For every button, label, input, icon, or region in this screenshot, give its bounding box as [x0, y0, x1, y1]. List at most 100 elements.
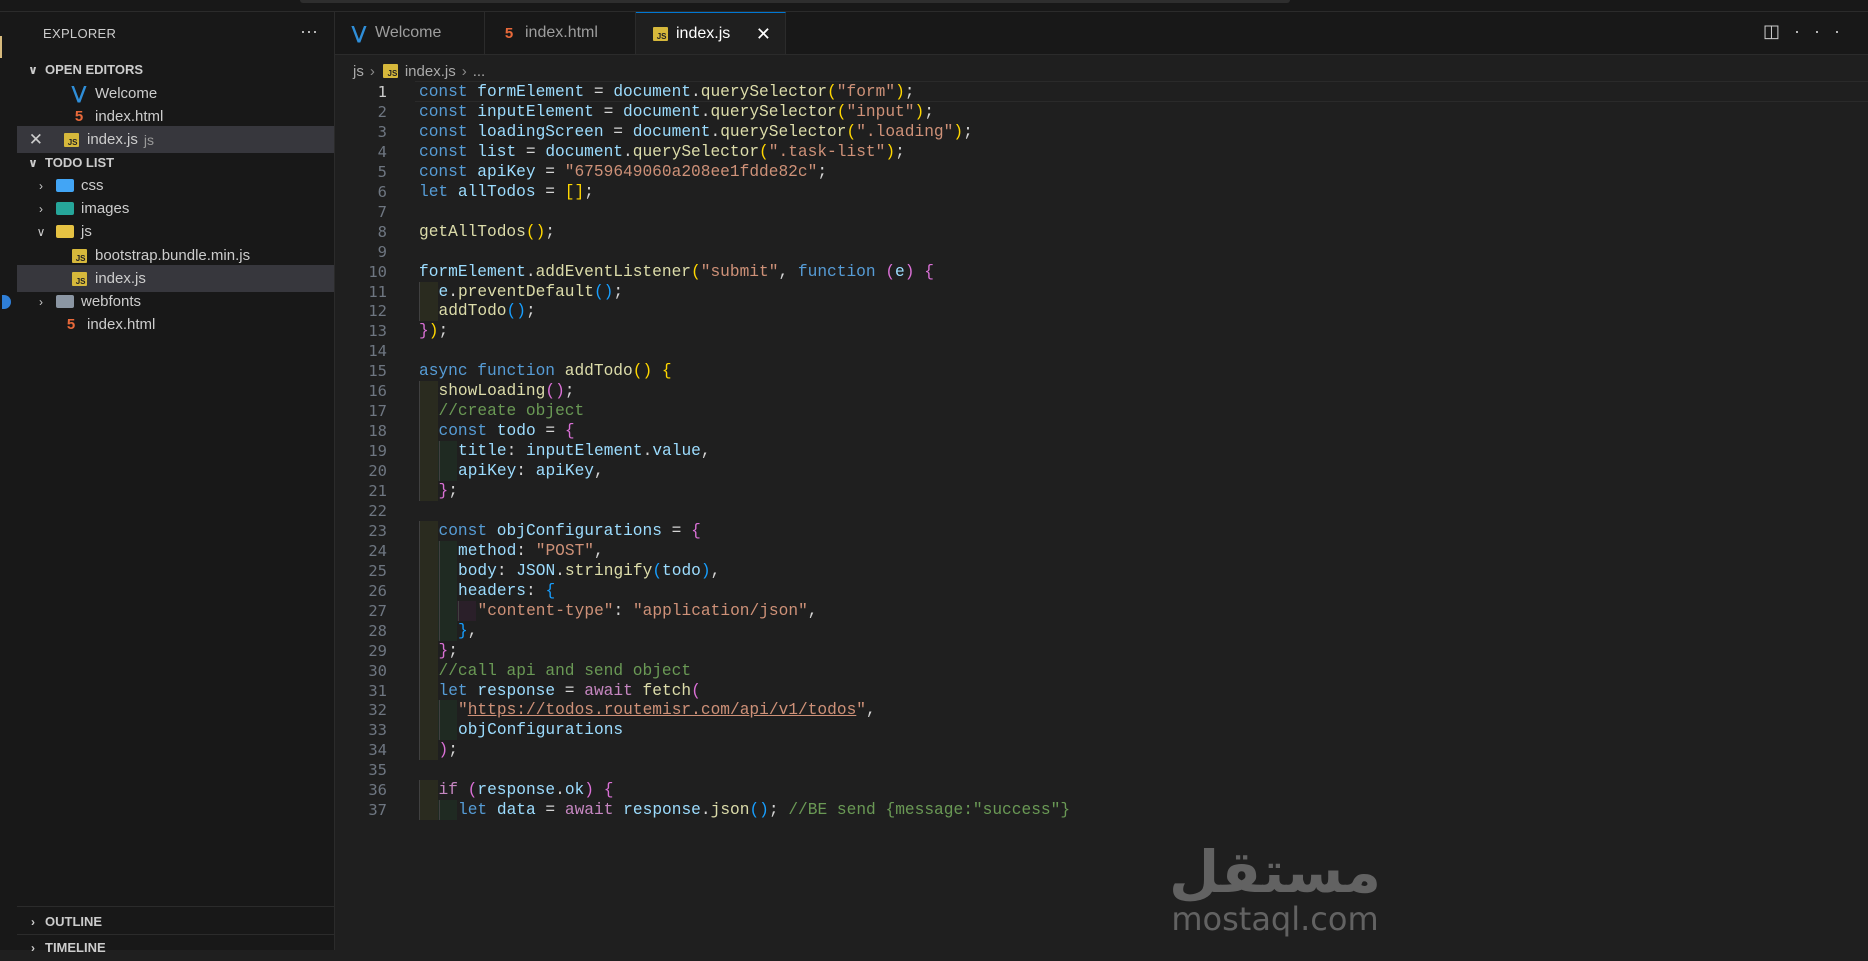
code-text[interactable]: getAllTodos();: [419, 222, 555, 242]
line-number: 4: [377, 142, 387, 161]
code-line[interactable]: 32 "https://todos.routemisr.com/api/v1/to…: [335, 700, 1868, 721]
code-text[interactable]: e.preventDefault();: [439, 282, 624, 302]
code-text[interactable]: };: [439, 481, 458, 501]
code-text[interactable]: });: [419, 321, 448, 341]
more-actions-icon[interactable]: ···: [300, 21, 318, 42]
code-text[interactable]: objConfigurations: [458, 720, 623, 740]
code-text[interactable]: let response = await fetch(: [439, 681, 701, 701]
code-line[interactable]: 2 const inputElement = document.querySele…: [335, 102, 1868, 122]
outline-section[interactable]: › OUTLINE: [17, 908, 334, 935]
code-line[interactable]: 13});: [335, 321, 1868, 341]
split-editor-icon[interactable]: ◫: [1763, 21, 1794, 41]
code-text[interactable]: body: JSON.stringify(todo),: [458, 561, 720, 581]
code-line[interactable]: 21};: [335, 481, 1868, 501]
line-number: 20: [368, 462, 387, 481]
code-line[interactable]: 30 //call api and send object: [335, 660, 1868, 681]
breadcrumb-symbol[interactable]: ...: [473, 63, 486, 80]
code-text[interactable]: const loadingScreen = document.querySele…: [419, 122, 973, 142]
code-text[interactable]: },: [458, 621, 477, 641]
code-line[interactable]: 6 let allTodos = [];: [335, 182, 1868, 202]
code-line[interactable]: 3 const loadingScreen = document.querySel…: [335, 122, 1868, 142]
code-text[interactable]: title: inputElement.value,: [458, 441, 711, 461]
code-line[interactable]: 1 const formElement = document.querySelec…: [335, 81, 1868, 102]
code-line[interactable]: 36 if (response.ok) {: [335, 780, 1868, 801]
code-text[interactable]: const list = document.querySelector(".ta…: [419, 142, 905, 162]
code-line[interactable]: 4 const list = document.querySelector(".t…: [335, 142, 1868, 162]
indent-highlight: [438, 441, 457, 462]
code-text[interactable]: apiKey: apiKey,: [458, 461, 604, 481]
code-text[interactable]: const inputElement = document.querySelec…: [419, 102, 934, 122]
code-text[interactable]: formElement.addEventListener("submit", f…: [419, 262, 934, 282]
folder-item-open[interactable]: ∨ js: [17, 218, 334, 245]
code-line[interactable]: 25 body: JSON.stringify(todo),: [335, 560, 1868, 581]
code-line[interactable]: 34);: [335, 740, 1868, 761]
breadcrumb-file[interactable]: index.js: [405, 63, 456, 80]
code-line[interactable]: 26 headers: {: [335, 580, 1868, 601]
more-actions-icon[interactable]: ···: [1794, 21, 1854, 41]
line-number: 5: [377, 162, 387, 181]
code-text[interactable]: const todo = {: [439, 421, 575, 441]
code-line[interactable]: 24 method: "POST",: [335, 540, 1868, 561]
code-text[interactable]: const apiKey = "6759649060a208ee1fdde82c…: [419, 162, 827, 182]
code-text[interactable]: "content-type": "application/json",: [478, 601, 818, 621]
open-editors-section[interactable]: ∨ OPEN EDITORS: [17, 56, 334, 83]
code-line[interactable]: 33 objConfigurations: [335, 720, 1868, 741]
tab-welcome[interactable]: ⋁ Welcome: [335, 12, 485, 54]
code-line[interactable]: 7: [335, 202, 1868, 222]
code-text[interactable]: };: [439, 641, 458, 661]
code-text[interactable]: if (response.ok) {: [439, 780, 614, 800]
code-line[interactable]: 12 addTodo();: [335, 301, 1868, 322]
code-text[interactable]: showLoading();: [439, 381, 575, 401]
code-line[interactable]: 11 e.preventDefault();: [335, 281, 1868, 302]
code-text[interactable]: //call api and send object: [439, 661, 692, 681]
explorer-activity-indicator[interactable]: [0, 36, 2, 58]
code-text[interactable]: addTodo();: [439, 301, 536, 321]
code-text[interactable]: async function addTodo() {: [419, 361, 672, 381]
code-line[interactable]: 10 formElement.addEventListener("submit",…: [335, 262, 1868, 282]
code-text[interactable]: const formElement = document.querySelect…: [419, 82, 915, 102]
code-line[interactable]: 16 showLoading();: [335, 381, 1868, 402]
code-line[interactable]: 23 const objConfigurations = {: [335, 520, 1868, 541]
open-editor-label: index.html: [95, 108, 164, 125]
line-number: 10: [368, 262, 387, 281]
css-folder-icon: [55, 177, 75, 195]
code-line[interactable]: 5 const apiKey = "6759649060a208ee1fdde82…: [335, 162, 1868, 182]
timeline-section[interactable]: › TIMELINE: [17, 934, 334, 961]
code-line[interactable]: 20 apiKey: apiKey,: [335, 461, 1868, 482]
explorer-sidebar: EXPLORER ··· ∨ OPEN EDITORS ⋁ Welcome 5 …: [17, 12, 335, 955]
indent-guide: [419, 660, 420, 681]
indent-guide: [438, 441, 440, 462]
close-icon[interactable]: ✕: [17, 130, 43, 150]
close-tab-icon[interactable]: ✕: [756, 24, 771, 45]
code-line[interactable]: 14: [335, 341, 1868, 361]
indent-guide: [419, 720, 420, 741]
code-text[interactable]: headers: {: [458, 581, 555, 601]
indent-guide: [438, 580, 440, 601]
code-text[interactable]: //create object: [439, 401, 585, 421]
breadcrumb-folder[interactable]: js: [353, 63, 364, 80]
tab-index-js[interactable]: JS index.js ✕: [636, 12, 786, 54]
code-line[interactable]: 17 //create object: [335, 401, 1868, 422]
code-line[interactable]: 15 async function addTodo() {: [335, 361, 1868, 381]
tab-index-html[interactable]: 5 index.html: [485, 12, 636, 54]
code-line[interactable]: 8 getAllTodos();: [335, 222, 1868, 242]
code-line[interactable]: 9: [335, 242, 1868, 262]
code-text[interactable]: const objConfigurations = {: [439, 521, 701, 541]
code-line[interactable]: 22: [335, 501, 1868, 521]
code-text[interactable]: );: [439, 740, 458, 760]
code-line[interactable]: 29};: [335, 640, 1868, 661]
code-line[interactable]: 35: [335, 760, 1868, 780]
code-line[interactable]: 27 "content-type": "application/json",: [335, 600, 1868, 621]
code-line[interactable]: 19 title: inputElement.value,: [335, 441, 1868, 462]
code-text[interactable]: let data = await response.json(); //BE s…: [458, 800, 1070, 820]
file-item[interactable]: 5 index.html: [17, 311, 334, 338]
code-line[interactable]: 28},: [335, 620, 1868, 641]
code-text[interactable]: method: "POST",: [458, 541, 604, 561]
code-line[interactable]: 37 let data = await response.json(); //BE…: [335, 800, 1868, 821]
command-center[interactable]: [300, 0, 1290, 3]
code-line[interactable]: 31 let response = await fetch(: [335, 680, 1868, 701]
code-text[interactable]: let allTodos = [];: [419, 182, 594, 202]
code-text[interactable]: "https://todos.routemisr.com/api/v1/todo…: [458, 700, 876, 720]
code-line[interactable]: 18 const todo = {: [335, 421, 1868, 442]
indent-guide: [419, 540, 420, 561]
